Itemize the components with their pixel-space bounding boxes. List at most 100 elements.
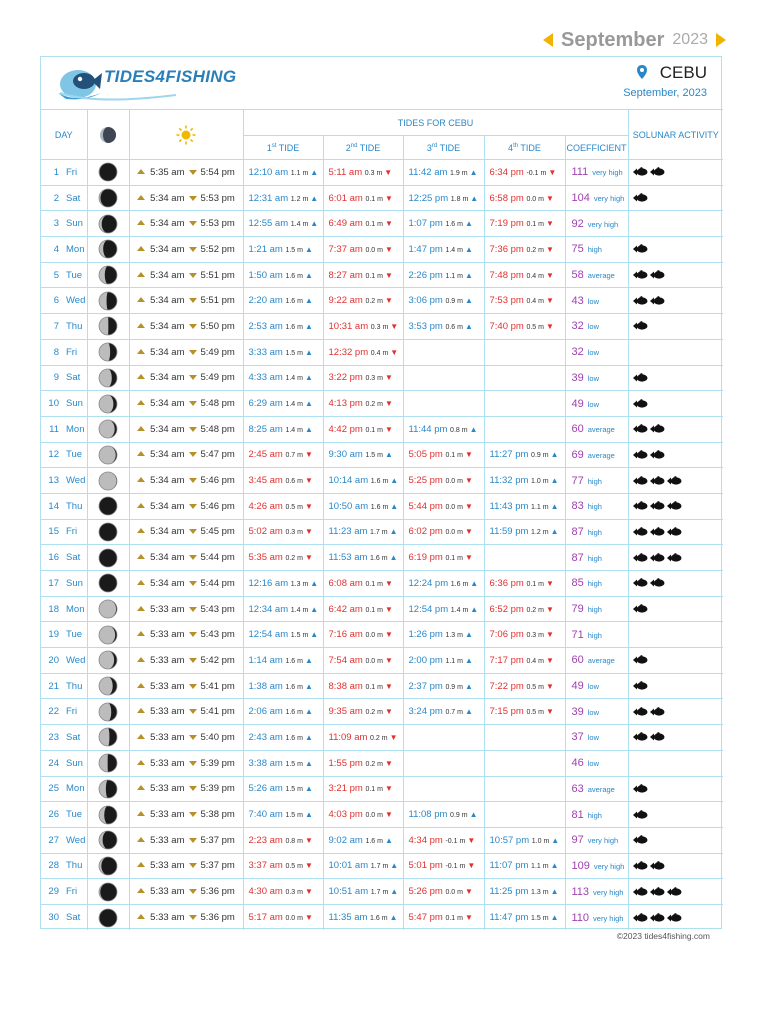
day-cell: 28 Thu [41,852,87,879]
low-tide-arrow-icon: ▼ [384,784,393,794]
fish-activity-icon [649,578,665,587]
sunset-time: 5:51 pm [200,295,235,307]
coefficient-value: 58 [571,269,584,282]
fish-activity-icon [632,552,648,562]
tide-height: 1.4 m [445,246,463,254]
sunrise-time: 5:33 am [150,706,185,718]
tide-time: 7:40 am [248,809,283,821]
high-tide-arrow-icon: ▲ [304,399,313,409]
coefficient-cell: 49 low [564,672,629,699]
high-tide-arrow-icon: ▲ [304,784,313,794]
coefficient-cell: 87 high [564,518,629,545]
tide-time: 1:55 pm [328,757,363,769]
weekday: Sun [66,757,83,769]
tide-cell: 1:26 pm 1.3 m ▲ [402,621,484,648]
weekday: Mon [66,243,85,255]
tide-height: 1.6 m [285,657,303,665]
tide-time: 2:06 am [248,706,283,718]
day-cell: 25 Mon [41,775,87,802]
day-number: 14 [48,500,59,512]
sun-cell: 5:33 am 5:42 pm [128,647,243,674]
tide-time: 11:43 pm [489,500,529,512]
solunar-cell [627,724,724,751]
tide-height: 0.5 m [526,683,544,691]
high-tide-arrow-icon: ▲ [390,861,399,871]
sunset-arrow-icon [188,529,197,535]
sunset-time: 5:52 pm [200,243,235,255]
tide-time: 11:42 am [408,166,448,178]
coefficient-level: high [587,630,602,640]
tide-cell: 12:34 am 1.4 m ▲ [242,595,323,622]
table-row: 16 Sat 5:34 am 5:44 pm 5:35 am 0.2 m ▼ 11:53 a… [41,544,724,571]
high-tide-arrow-icon: ▲ [464,219,473,229]
tide-time: 5:11 am [328,166,363,178]
moon-cell [86,467,129,494]
tide-height: 1.5 m [531,915,549,923]
coefficient-level: low [587,322,600,332]
fish-activity-icon [649,295,665,305]
tide-cell-empty [402,724,484,751]
low-tide-arrow-icon: ▼ [467,835,476,845]
coefficient-level: very high [592,168,623,178]
tide-cell: 6:02 pm 0.0 m ▼ [402,518,484,545]
fish-activity-icon [632,578,648,587]
tide-time: 11:09 am [328,731,368,743]
tide-time: 7:40 pm [489,320,524,332]
coefficient-cell: 109 very high [564,852,629,879]
tide-cell: 3:33 am 1.5 m ▲ [242,338,323,365]
moon-phase-icon [98,368,118,388]
tide-time: 6:52 pm [489,603,524,615]
day-cell: 24 Sun [41,749,87,776]
location-date: September, 2023 [623,87,707,99]
tide-height: 1.5 m [285,760,303,768]
day-number: 7 [53,320,59,332]
previous-month-arrow-icon[interactable] [543,33,554,47]
tide-time: 11:07 pm [489,860,529,872]
tide-cell: 10:31 am 0.3 m ▼ [322,313,403,340]
sun-cell: 5:34 am 5:51 pm [128,287,243,314]
sunset-arrow-icon [188,657,197,663]
tide-height: 0.4 m [526,298,544,306]
solunar-cell [627,441,724,468]
sunrise-time: 5:34 am [150,269,185,281]
tide-cell: 2:23 am 0.8 m ▼ [242,826,323,854]
tide-height: 0.9 m [531,452,549,460]
tide-cell: 7:40 pm 0.5 m ▼ [483,313,565,340]
fish-activity-icon [666,886,682,896]
tide-height: 1.6 m [285,323,303,331]
tide3-label: TIDE [439,142,461,153]
day-number: 22 [48,706,59,718]
coefficient-value: 63 [571,782,584,795]
high-tide-arrow-icon: ▲ [469,424,478,434]
table-row: 14 Thu 5:34 am 5:46 pm 4:26 am 0.5 m ▼ 10:50 a… [41,492,724,520]
sunset-arrow-icon [188,452,197,458]
next-month-arrow-icon[interactable] [716,33,726,47]
fish-activity-icon [632,604,648,613]
fish-activity-icon [632,655,648,664]
tide-time: 1:38 am [248,680,283,692]
tide4-header: 4th TIDE [483,135,565,160]
coefficient-cell: 71 high [564,621,629,648]
tide-cell-empty [483,801,565,828]
logo[interactable]: TIDES4FISHING [56,63,236,101]
sunrise-time: 5:34 am [150,552,185,564]
sun-cell: 5:33 am 5:36 pm [128,878,243,905]
high-tide-arrow-icon: ▲ [464,321,473,331]
tide-cell: 3:37 am 0.5 m ▼ [242,852,323,879]
day-number: 8 [53,346,59,358]
table-row: 5 Tue 5:34 am 5:51 pm 1:50 am 1.6 m ▲ 8:27 am … [41,261,724,288]
high-tide-arrow-icon: ▲ [304,810,313,820]
sun-cell: 5:34 am 5:47 pm [128,441,243,468]
tide-time: 10:57 pm [489,834,530,846]
sunrise-time: 5:34 am [150,398,185,410]
coefficient-level: low [587,348,600,358]
tide-cell-empty [483,415,565,443]
fish-activity-icon [649,886,665,896]
high-tide-arrow-icon: ▲ [550,887,559,897]
coefficient-value: 92 [571,217,584,230]
tide-time: 2:20 am [248,295,283,307]
day-cell: 4 Mon [41,236,87,263]
moon-cell [86,595,129,622]
tide-cell: 4:13 pm 0.2 m ▼ [322,390,403,417]
table-row: 12 Tue 5:34 am 5:47 pm 2:45 am 0.7 m ▼ 9:30 am… [41,441,724,468]
